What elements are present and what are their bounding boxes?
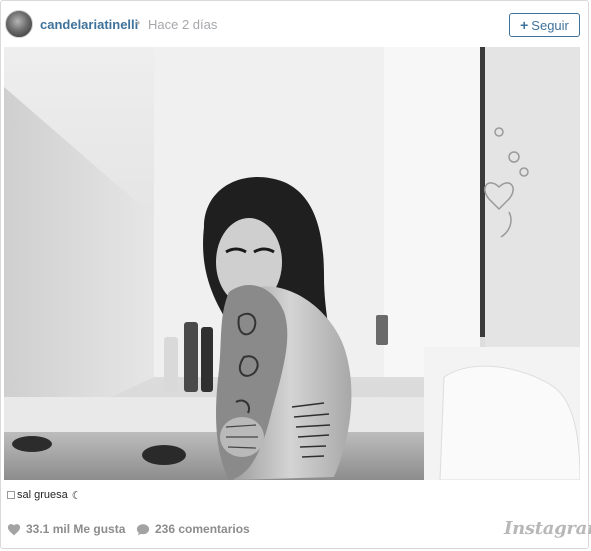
moon-icon: ☾: [71, 489, 82, 502]
instagram-logo[interactable]: Instagram: [504, 518, 591, 539]
follow-label: Seguir: [531, 17, 569, 33]
avatar[interactable]: [5, 10, 33, 38]
post-caption: sal gruesa ☾: [7, 487, 82, 503]
post-photo[interactable]: [4, 47, 580, 480]
likes-count[interactable]: 33.1 mil Me gusta: [7, 522, 125, 536]
comments-label: 236 comentarios: [155, 522, 250, 536]
follow-button[interactable]: + Seguir: [509, 13, 580, 37]
likes-label: 33.1 mil Me gusta: [26, 522, 126, 536]
plus-icon: +: [520, 17, 529, 33]
comments-count[interactable]: 236 comentarios: [136, 522, 250, 536]
separator-dot: •: [136, 16, 141, 30]
caption-text: sal gruesa: [17, 489, 68, 501]
checkbox-icon: [7, 491, 15, 499]
post-footer: 33.1 mil Me gusta 236 comentarios Instag…: [1, 513, 591, 549]
heart-icon: [7, 523, 21, 535]
username-link[interactable]: candelariatinelli: [40, 17, 138, 32]
post-time[interactable]: Hace 2 días: [148, 17, 217, 32]
embed-card: candelariatinelli • Hace 2 días + Seguir: [0, 0, 591, 549]
comment-icon: [136, 523, 150, 535]
post-header: candelariatinelli • Hace 2 días + Seguir: [1, 1, 590, 47]
photo-image: [4, 47, 580, 480]
